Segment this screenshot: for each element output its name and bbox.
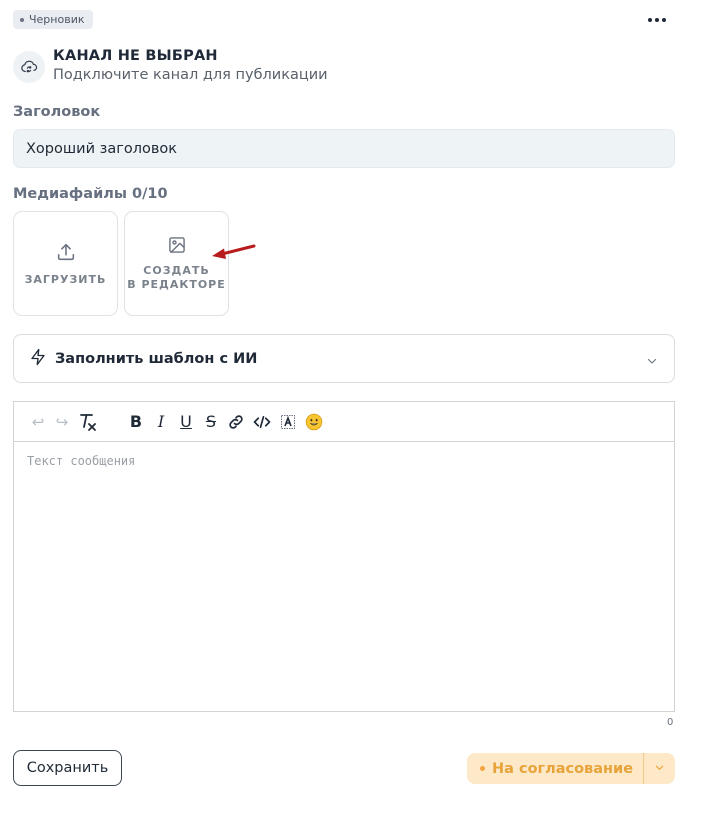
message-editor: ↩ ↪ B I U S (13, 401, 675, 712)
lightning-icon (29, 348, 47, 370)
channel-title: КАНАЛ НЕ ВЫБРАН (53, 48, 218, 64)
channel-subtitle: Подключите канал для публикации (53, 67, 328, 83)
cloud-sync-icon (13, 51, 45, 83)
image-icon (167, 235, 187, 259)
approve-split-button: На согласование (467, 753, 675, 784)
spoiler-icon[interactable] (277, 411, 299, 433)
create-in-editor-label: СОЗДАТЬ В РЕДАКТОРЕ (127, 264, 226, 291)
approve-options-button[interactable] (644, 753, 675, 784)
save-button[interactable]: Сохранить (13, 750, 122, 786)
upload-button[interactable]: ЗАГРУЗИТЬ (13, 211, 118, 316)
underline-icon[interactable]: U (176, 411, 196, 433)
link-icon[interactable] (226, 411, 246, 433)
upload-icon (55, 241, 77, 267)
status-badge: Черновик (13, 10, 93, 29)
approve-dot (480, 766, 485, 771)
code-icon[interactable] (251, 411, 273, 433)
more-icon[interactable] (643, 11, 671, 29)
clear-format-icon[interactable] (77, 411, 99, 433)
arrow-annotation (212, 244, 256, 259)
upload-label: ЗАГРУЗИТЬ (24, 272, 107, 286)
ai-template-dropdown[interactable]: Заполнить шаблон с ИИ (13, 334, 675, 383)
char-counter: 0 (667, 717, 674, 728)
media-label: Медиафайлы 0/10 (13, 186, 168, 202)
title-field-label: Заголовок (13, 104, 101, 120)
send-for-approval-label: На согласование (492, 760, 634, 777)
chevron-down-icon (654, 761, 665, 776)
strikethrough-icon[interactable]: S (201, 411, 221, 433)
title-input[interactable] (13, 129, 675, 168)
italic-icon[interactable]: I (151, 411, 171, 433)
redo-icon[interactable]: ↪ (51, 411, 73, 433)
send-for-approval-button[interactable]: На согласование (467, 753, 643, 784)
status-label: Черновик (29, 13, 85, 26)
undo-icon[interactable]: ↩ (27, 411, 49, 433)
status-dot (20, 17, 24, 22)
create-in-editor-button[interactable]: СОЗДАТЬ В РЕДАКТОРЕ (124, 211, 229, 316)
emoji-icon[interactable] (303, 411, 325, 433)
chevron-down-icon (646, 352, 658, 371)
editor-toolbar: ↩ ↪ B I U S (14, 402, 674, 442)
message-textarea[interactable] (14, 442, 674, 711)
ai-template-label: Заполнить шаблон с ИИ (55, 350, 258, 367)
bold-icon[interactable]: B (126, 411, 146, 433)
